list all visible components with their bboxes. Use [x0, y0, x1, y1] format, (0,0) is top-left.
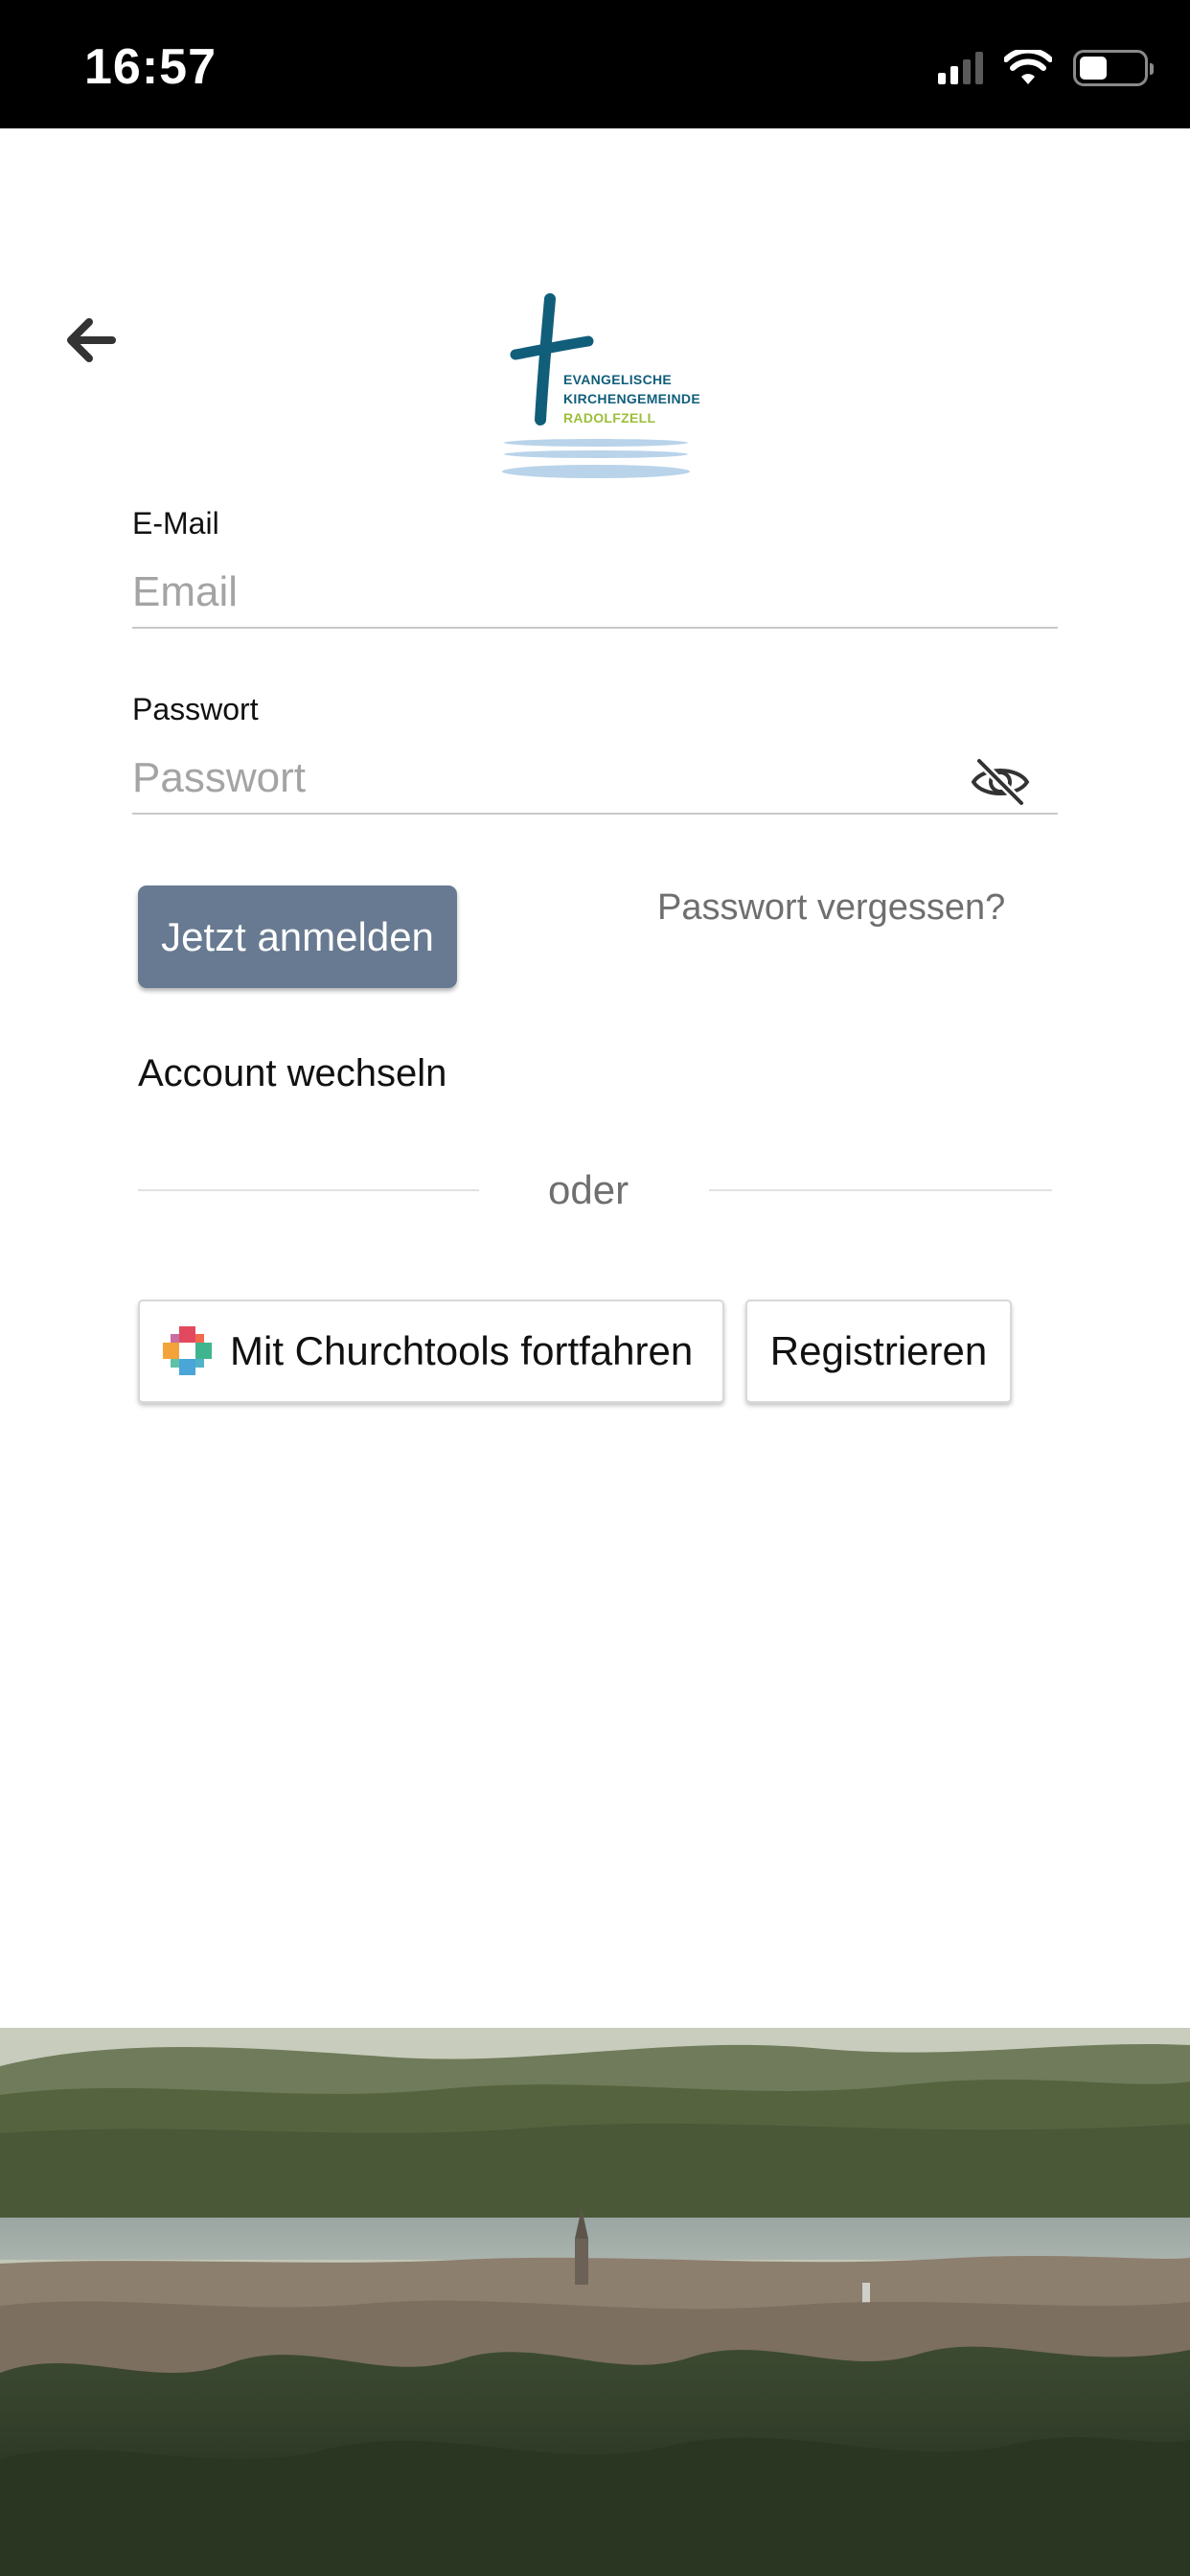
- login-button[interactable]: Jetzt anmelden: [138, 886, 457, 988]
- password-visibility-toggle[interactable]: [970, 755, 1031, 809]
- divider-right: [709, 1189, 1052, 1191]
- arrow-left-icon: [67, 318, 116, 362]
- eye-off-icon: [971, 757, 1030, 807]
- register-button[interactable]: Registrieren: [745, 1300, 1012, 1403]
- logo-line-3: RADOLFZELL: [563, 410, 656, 426]
- wifi-icon: [1004, 50, 1052, 84]
- back-button[interactable]: [56, 307, 123, 374]
- church-logo: EVANGELISCHE KIRCHENGEMEINDE RADOLFZELL: [498, 293, 700, 485]
- status-icons: [938, 50, 1154, 86]
- town-landscape-image: [0, 2028, 1190, 2576]
- status-bar: 16:57: [0, 0, 1190, 128]
- email-label: E-Mail: [132, 506, 219, 540]
- divider-left: [138, 1189, 479, 1191]
- battery-icon: [1073, 50, 1154, 86]
- email-field[interactable]: [132, 558, 1058, 629]
- churchtools-button-label: Mit Churchtools fortfahren: [230, 1328, 694, 1373]
- cellular-signal-icon: [938, 52, 983, 84]
- password-label: Passwort: [132, 692, 259, 726]
- forgot-password-link[interactable]: Passwort vergessen?: [657, 887, 1005, 929]
- password-field[interactable]: [132, 744, 1058, 815]
- churchtools-login-button[interactable]: Mit Churchtools fortfahren: [138, 1300, 724, 1403]
- logo-line-2: KIRCHENGEMEINDE: [563, 391, 700, 406]
- logo-line-1: EVANGELISCHE: [563, 372, 673, 387]
- or-separator-text: oder: [548, 1167, 629, 1212]
- switch-account-link[interactable]: Account wechseln: [138, 1052, 446, 1095]
- logo-text: EVANGELISCHE KIRCHENGEMEINDE RADOLFZELL: [563, 370, 700, 427]
- churchtools-logo-icon: [163, 1326, 212, 1375]
- status-time: 16:57: [84, 39, 217, 95]
